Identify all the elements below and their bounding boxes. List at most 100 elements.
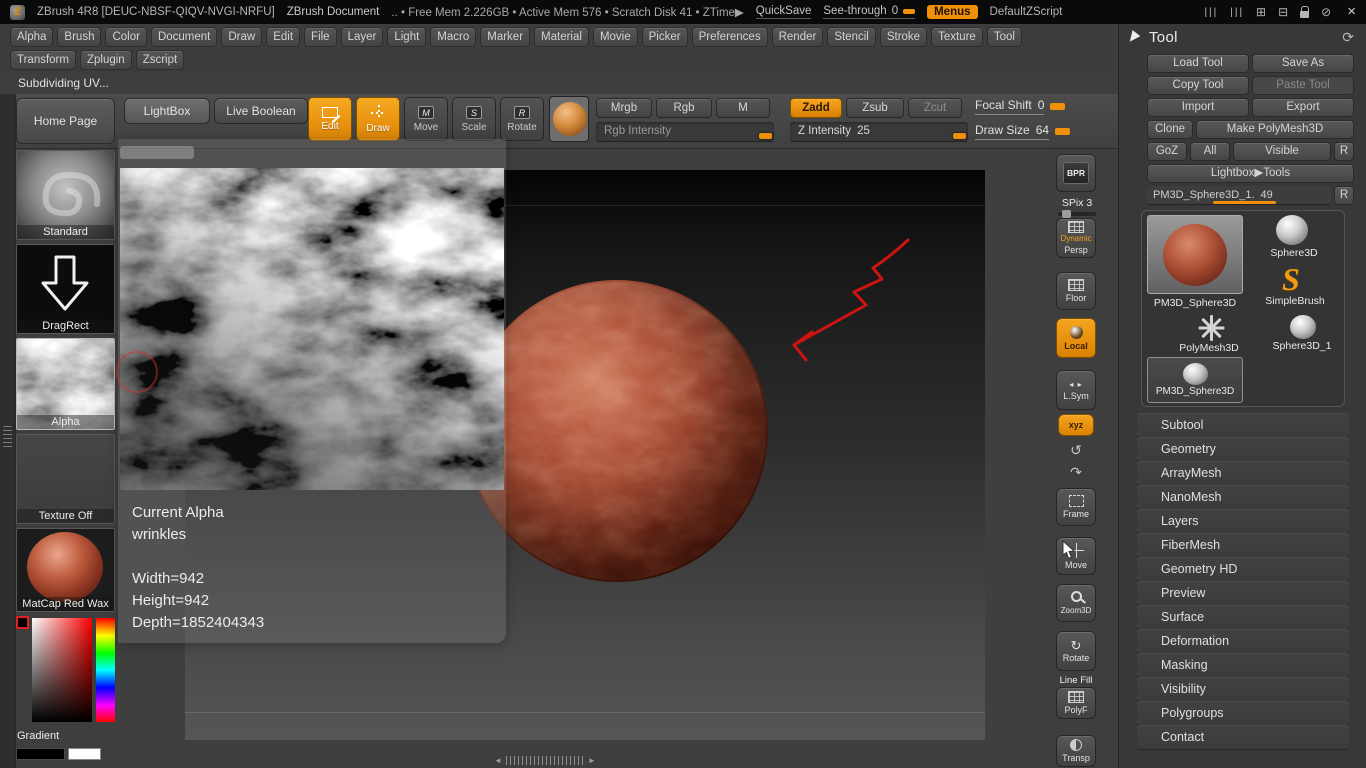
menu-brush[interactable]: Brush [57,27,101,47]
menu-document[interactable]: Document [151,27,217,47]
menu-alpha[interactable]: Alpha [10,27,53,47]
goz-r-button[interactable]: R [1334,142,1354,161]
dynamic-persp-button[interactable]: Dynamic Persp [1056,218,1096,258]
sphere3d-icon[interactable] [1276,215,1308,245]
transp-button[interactable]: Transp [1056,735,1096,767]
z-intensity-slider[interactable]: Z Intensity25 [790,122,968,142]
see-through-handle[interactable] [903,9,915,14]
restore-configuration-icon[interactable]: ⟳ [1342,29,1354,46]
section-deformation[interactable]: Deformation [1137,629,1349,653]
menu-color[interactable]: Color [105,27,146,47]
hue-bar[interactable] [96,618,115,722]
tray-scrollbar-grip[interactable] [3,426,12,448]
no-entry-icon[interactable]: ⊘ [1321,5,1331,19]
section-polygroups[interactable]: Polygroups [1137,701,1349,725]
mixer-icon[interactable]: ||| [1204,7,1218,18]
primary-color-swatch[interactable] [16,748,65,760]
zsub-button[interactable]: Zsub [846,98,904,118]
current-color-swatch[interactable] [16,616,29,629]
menu-render[interactable]: Render [772,27,824,47]
move-mode-button[interactable]: M Move [404,97,448,141]
home-page-button[interactable]: Home Page [16,98,115,144]
scroll-left-icon[interactable]: ◄ [494,756,502,765]
section-masking[interactable]: Masking [1137,653,1349,677]
current-brush-cell[interactable]: Standard [16,150,115,240]
menu-picker[interactable]: Picker [642,27,688,47]
sculpt-sphere-model[interactable] [466,280,768,582]
make-polymesh3d-button[interactable]: Make PolyMesh3D [1196,120,1354,139]
frame-button[interactable]: Frame [1056,488,1096,526]
xyz-axis-button[interactable]: xyz [1058,414,1094,436]
section-surface[interactable]: Surface [1137,605,1349,629]
z-intensity-handle[interactable] [953,133,966,139]
goz-visible-button[interactable]: Visible [1233,142,1331,161]
current-alpha-cell[interactable]: Alpha [16,338,115,430]
default-zscript-button[interactable]: DefaultZScript [990,6,1063,18]
see-through-slider[interactable]: See-through 0 [823,5,915,19]
menu-draw[interactable]: Draw [221,27,262,47]
simplebrush-icon[interactable]: S [1282,265,1300,293]
draw-size-handle[interactable] [1055,128,1070,135]
menu-marker[interactable]: Marker [480,27,530,47]
menu-movie[interactable]: Movie [593,27,638,47]
current-material-cell[interactable]: MatCap Red Wax [16,528,115,612]
rgb-intensity-handle[interactable] [759,133,772,139]
scroll-right-icon[interactable]: ► [588,756,596,765]
goz-all-button[interactable]: All [1190,142,1230,161]
spix-track[interactable] [1058,212,1096,216]
section-arraymesh[interactable]: ArrayMesh [1137,461,1349,485]
copy-tool-button[interactable]: Copy Tool [1147,76,1249,95]
spix-handle[interactable] [1062,210,1071,218]
rgb-button[interactable]: Rgb [656,98,712,118]
pm3d-sphere-thumb[interactable]: PM3D_Sphere3D [1147,357,1243,403]
zcut-button[interactable]: Zcut [908,98,962,118]
tool-palette-header[interactable]: Tool ⟳ [1119,24,1366,50]
window-stack-icon[interactable]: ⊟ [1278,5,1288,19]
floor-button[interactable]: Floor [1056,272,1096,310]
current-material-thumb[interactable] [549,96,589,142]
polymesh3d-star-icon[interactable] [1198,315,1224,341]
zoom3d-button[interactable]: Zoom3D [1056,584,1096,622]
menu-texture[interactable]: Texture [931,27,983,47]
rotate-tool-button[interactable]: ↻ Rotate [1056,631,1096,671]
section-geometry[interactable]: Geometry [1137,437,1349,461]
lightbox-tools-button[interactable]: Lightbox▶Tools [1147,164,1354,183]
color-picker-cell[interactable]: Gradient [16,616,115,760]
menu-macro[interactable]: Macro [430,27,476,47]
bpr-button[interactable]: BPR [1056,154,1096,192]
menu-preferences[interactable]: Preferences [692,27,768,47]
menu-stroke[interactable]: Stroke [880,27,927,47]
quicksave-button[interactable]: QuickSave [756,5,812,19]
scale-mode-button[interactable]: S Scale [452,97,496,141]
section-visibility[interactable]: Visibility [1137,677,1349,701]
active-tool-thumb[interactable] [1147,215,1243,294]
saturation-value-square[interactable] [32,618,92,722]
close-icon[interactable]: × [1347,5,1356,19]
current-stroke-cell[interactable]: DragRect [16,244,115,334]
goz-button[interactable]: GoZ [1147,142,1187,161]
sphere3d-1-icon[interactable] [1290,315,1316,339]
section-subtool[interactable]: Subtool [1137,413,1349,437]
rgb-intensity-slider[interactable]: Rgb Intensity [596,122,774,142]
draw-size-slider[interactable]: Draw Size64 [975,123,1105,140]
menu-light[interactable]: Light [387,27,426,47]
section-layers[interactable]: Layers [1137,509,1349,533]
color-picker[interactable] [16,616,115,728]
lsym-button[interactable]: ◂ ▸ L.Sym [1056,370,1096,410]
section-nanomesh[interactable]: NanoMesh [1137,485,1349,509]
save-as-button[interactable]: Save As [1252,54,1354,73]
clone-button[interactable]: Clone [1147,120,1193,139]
section-contact[interactable]: Contact [1137,725,1349,749]
slider-r-button[interactable]: R [1334,186,1354,205]
polyf-button[interactable]: PolyF [1056,687,1096,719]
menu-tool[interactable]: Tool [987,27,1022,47]
add-window-icon[interactable]: ⊞ [1256,5,1266,19]
focal-shift-handle[interactable] [1050,103,1065,110]
mixer-icon-2[interactable]: ||| [1230,7,1244,18]
menu-transform[interactable]: Transform [10,50,76,70]
draw-mode-button[interactable]: Draw [356,97,400,141]
paste-tool-button[interactable]: Paste Tool [1252,76,1354,95]
mrgb-button[interactable]: Mrgb [596,98,652,118]
focal-shift-slider[interactable]: Focal Shift0 [975,98,1105,115]
import-button[interactable]: Import [1147,98,1249,117]
